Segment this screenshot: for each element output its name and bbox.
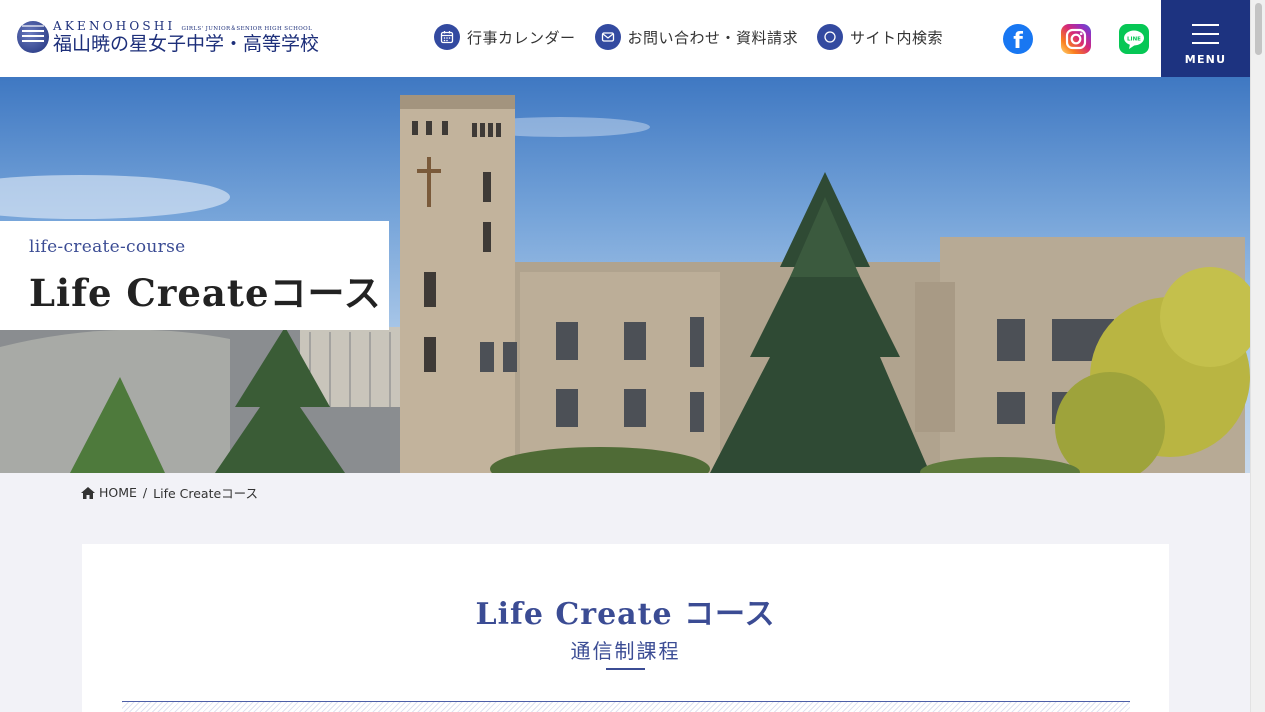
nav-contact-link[interactable]: お問い合わせ・資料請求: [594, 24, 799, 50]
line-icon[interactable]: LINE: [1119, 24, 1149, 54]
mail-icon: [594, 24, 621, 50]
breadcrumb: HOME / Life Createコース: [81, 483, 258, 502]
hero-title-box: life-create-course Life Createコース: [0, 221, 389, 330]
logo-en-sub: GIRLS' JUNIOR＆SENIOR HIGH SCHOOL: [181, 26, 313, 32]
logo-en-main: AKENOHOSHI: [53, 19, 176, 33]
title-underline: [606, 668, 645, 670]
nav-calendar-label: 行事カレンダー: [467, 28, 576, 47]
svg-text:LINE: LINE: [1127, 37, 1141, 43]
instagram-icon[interactable]: [1061, 24, 1091, 54]
hero-banner: life-create-course Life Createコース: [0, 77, 1250, 473]
school-logo[interactable]: AKENOHOSHI GIRLS' JUNIOR＆SENIOR HIGH SCH…: [17, 20, 319, 54]
nav-contact-label: お問い合わせ・資料請求: [627, 28, 799, 47]
logo-ja: 福山暁の星女子中学・高等学校: [53, 32, 320, 55]
star-emblem-icon: [17, 20, 49, 53]
breadcrumb-current: Life Createコース: [153, 486, 259, 501]
nav-search-label: サイト内検索: [850, 28, 944, 47]
logo-text: AKENOHOSHI GIRLS' JUNIOR＆SENIOR HIGH SCH…: [53, 20, 319, 54]
section-title: Life Create コース: [475, 597, 776, 632]
page-scrollbar[interactable]: [1250, 0, 1265, 712]
section-divider: [122, 701, 1130, 712]
hero-slug: life-create-course: [29, 237, 186, 257]
section-subtitle: 通信制課程: [570, 639, 681, 663]
page-title: Life Createコース: [29, 271, 382, 315]
breadcrumb-home-label: HOME: [99, 485, 137, 500]
menu-label: MENU: [1184, 52, 1227, 66]
nav-calendar-link[interactable]: 行事カレンダー: [434, 24, 576, 50]
scrollbar-thumb[interactable]: [1255, 3, 1262, 55]
menu-button[interactable]: MENU: [1161, 0, 1250, 89]
facebook-icon[interactable]: f: [1003, 24, 1033, 54]
calendar-icon: [434, 24, 460, 50]
breadcrumb-separator: /: [142, 485, 148, 500]
home-icon: [81, 486, 95, 499]
nav-search-link[interactable]: サイト内検索: [817, 24, 943, 50]
header-nav: 行事カレンダー お問い合わせ・資料請求 サイト内検索: [434, 24, 962, 50]
breadcrumb-home-link[interactable]: HOME: [81, 485, 137, 500]
logo-en: AKENOHOSHI GIRLS' JUNIOR＆SENIOR HIGH SCH…: [53, 20, 319, 33]
hamburger-icon: [1192, 23, 1219, 44]
site-header: AKENOHOSHI GIRLS' JUNIOR＆SENIOR HIGH SCH…: [0, 0, 1250, 89]
content-card: Life Create コース 通信制課程: [82, 544, 1169, 712]
search-icon: [817, 24, 844, 50]
